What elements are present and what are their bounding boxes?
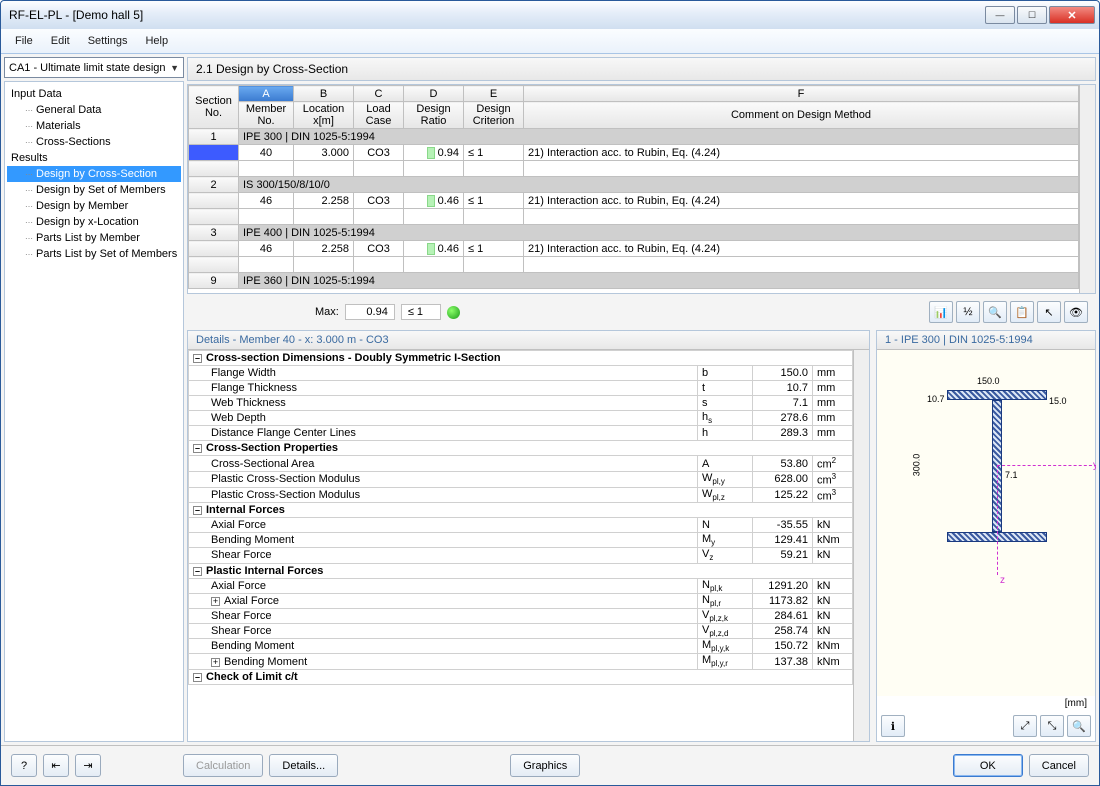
tb-button-4[interactable]: 📋 bbox=[1010, 301, 1034, 323]
details-table[interactable]: –Cross-section Dimensions - Doubly Symme… bbox=[188, 350, 853, 685]
dim-width: 150.0 bbox=[977, 376, 1000, 386]
tb-button-5[interactable]: ↖ bbox=[1037, 301, 1061, 323]
col-E[interactable]: E bbox=[464, 86, 524, 102]
axis-z bbox=[997, 465, 998, 575]
tree-design-by-member[interactable]: Design by Member bbox=[7, 198, 181, 214]
tree-input-data[interactable]: Input Data bbox=[7, 86, 181, 102]
tree-design-by-set-members[interactable]: Design by Set of Members bbox=[7, 182, 181, 198]
menu-help[interactable]: Help bbox=[137, 32, 176, 50]
ibeam-top-flange bbox=[947, 390, 1047, 400]
dim-t: 10.7 bbox=[927, 394, 945, 404]
tree-design-by-x-location[interactable]: Design by x-Location bbox=[7, 214, 181, 230]
export-button-2[interactable]: ⇥ bbox=[75, 754, 101, 777]
cancel-button[interactable]: Cancel bbox=[1029, 754, 1089, 777]
titlebar[interactable]: RF-EL-PL - [Demo hall 5] — ☐ ✕ bbox=[1, 1, 1099, 29]
minimize-button[interactable]: — bbox=[985, 6, 1015, 24]
col-C[interactable]: C bbox=[354, 86, 404, 102]
tree-design-by-cross-section[interactable]: Design by Cross-Section bbox=[7, 166, 181, 182]
max-label: Max: bbox=[315, 306, 339, 318]
col-A[interactable]: A bbox=[239, 86, 294, 102]
tree-materials[interactable]: Materials bbox=[7, 118, 181, 134]
tree-cross-sections[interactable]: Cross-Sections bbox=[7, 134, 181, 150]
col-B[interactable]: B bbox=[294, 86, 354, 102]
col-location[interactable]: Location x[m] bbox=[294, 102, 354, 129]
tree-general-data[interactable]: General Data bbox=[7, 102, 181, 118]
axis-z-label: z bbox=[1000, 575, 1005, 586]
preview-canvas[interactable]: y z 150.0 10.7 7.1 300.0 15.0 bbox=[877, 350, 1095, 696]
magnify-button[interactable]: 🔍 bbox=[1067, 715, 1091, 737]
max-criterion: ≤ 1 bbox=[401, 304, 441, 320]
details-scrollbar[interactable] bbox=[853, 350, 869, 741]
tree-results[interactable]: Results bbox=[7, 150, 181, 166]
dim-h: 300.0 bbox=[911, 454, 921, 477]
graphics-button[interactable]: Graphics bbox=[510, 754, 580, 777]
tb-button-2[interactable]: ½ bbox=[956, 301, 980, 323]
maximize-button[interactable]: ☐ bbox=[1017, 6, 1047, 24]
menubar: File Edit Settings Help bbox=[1, 29, 1099, 54]
info-button[interactable]: ℹ bbox=[881, 715, 905, 737]
tree-parts-set[interactable]: Parts List by Set of Members bbox=[7, 246, 181, 262]
col-F[interactable]: F bbox=[524, 86, 1079, 102]
col-section-no[interactable]: Section No. bbox=[189, 86, 239, 129]
tb-button-6[interactable]: 👁 bbox=[1064, 301, 1088, 323]
preview-unit: [mm] bbox=[877, 696, 1095, 711]
menu-settings[interactable]: Settings bbox=[80, 32, 136, 50]
help-button[interactable]: ? bbox=[11, 754, 37, 777]
ok-button[interactable]: OK bbox=[953, 754, 1023, 777]
axis-button-2[interactable]: ⤡ bbox=[1040, 715, 1064, 737]
menu-edit[interactable]: Edit bbox=[43, 32, 78, 50]
tb-button-1[interactable]: 📊 bbox=[929, 301, 953, 323]
details-title: Details - Member 40 - x: 3.000 m - CO3 bbox=[188, 331, 869, 350]
col-D[interactable]: D bbox=[404, 86, 464, 102]
case-combo[interactable]: CA1 - Ultimate limit state design ▼ bbox=[4, 57, 184, 78]
tree-parts-member[interactable]: Parts List by Member bbox=[7, 230, 181, 246]
preview-title: 1 - IPE 300 | DIN 1025-5:1994 bbox=[877, 331, 1095, 350]
close-button[interactable]: ✕ bbox=[1049, 6, 1095, 24]
case-combo-value: CA1 - Ultimate limit state design bbox=[9, 62, 166, 74]
col-design-criterion[interactable]: Design Criterion bbox=[464, 102, 524, 129]
dim-off: 15.0 bbox=[1049, 396, 1067, 406]
max-value: 0.94 bbox=[345, 304, 395, 320]
details-button[interactable]: Details... bbox=[269, 754, 338, 777]
menu-file[interactable]: File bbox=[7, 32, 41, 50]
col-design-ratio[interactable]: Design Ratio bbox=[404, 102, 464, 129]
export-button-1[interactable]: ⇤ bbox=[43, 754, 69, 777]
results-grid[interactable]: Section No. A B C D E F Member No. Locat… bbox=[187, 84, 1096, 294]
chevron-down-icon: ▼ bbox=[170, 63, 179, 73]
axis-y bbox=[997, 465, 1096, 466]
dim-s: 7.1 bbox=[1005, 470, 1018, 480]
axis-button-1[interactable]: ⤢ bbox=[1013, 715, 1037, 737]
panel-title: 2.1 Design by Cross-Section bbox=[187, 57, 1096, 81]
col-comment[interactable]: Comment on Design Method bbox=[524, 102, 1079, 129]
status-ok-icon bbox=[447, 306, 460, 319]
calculation-button[interactable]: Calculation bbox=[183, 754, 263, 777]
col-member-no[interactable]: Member No. bbox=[239, 102, 294, 129]
grid-scrollbar[interactable] bbox=[1079, 85, 1095, 293]
window-title: RF-EL-PL - [Demo hall 5] bbox=[9, 8, 983, 22]
axis-y-label: y bbox=[1093, 460, 1096, 471]
nav-tree: Input Data General Data Materials Cross-… bbox=[4, 81, 184, 742]
tb-button-3[interactable]: 🔍 bbox=[983, 301, 1007, 323]
col-load-case[interactable]: Load Case bbox=[354, 102, 404, 129]
